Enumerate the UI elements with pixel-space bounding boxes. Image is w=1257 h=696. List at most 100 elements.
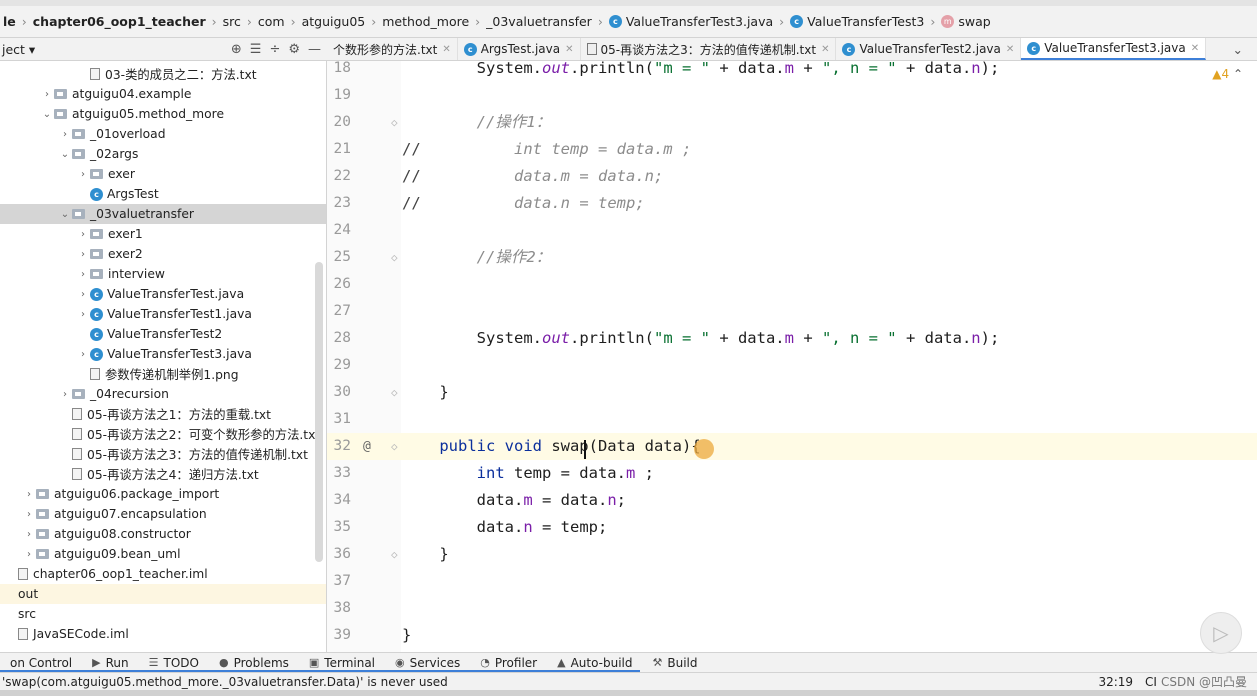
- line-number[interactable]: 28: [327, 325, 351, 352]
- tree-item[interactable]: c ValueTransferTest2: [0, 324, 326, 344]
- tab-varargs-txt[interactable]: 个数形参的方法.txt ✕: [327, 38, 458, 60]
- tool-todo[interactable]: ☰ TODO: [139, 656, 209, 670]
- tree-item[interactable]: ⌄ _03valuetransfer: [0, 204, 326, 224]
- chevron-right-icon[interactable]: ›: [76, 249, 90, 260]
- chevron-right-icon[interactable]: ›: [76, 169, 90, 180]
- code-line[interactable]: 21 // int temp = data.m ;: [327, 136, 1257, 163]
- code-line[interactable]: 35 data.n = temp;: [327, 514, 1257, 541]
- play-icon[interactable]: ▷: [1200, 612, 1242, 654]
- tree-item[interactable]: 03-类的成员之二：方法.txt: [0, 64, 326, 84]
- chevron-right-icon[interactable]: ›: [22, 549, 36, 560]
- tab-argstest[interactable]: c ArgsTest.java ✕: [458, 38, 581, 60]
- line-number[interactable]: 18: [327, 61, 351, 82]
- code-line[interactable]: 24: [327, 217, 1257, 244]
- tree-item[interactable]: › exer1: [0, 224, 326, 244]
- tree-item[interactable]: › atguigu07.encapsulation: [0, 504, 326, 524]
- tool-run[interactable]: ▶ Run: [82, 656, 138, 670]
- tool-auto-build[interactable]: ▲ Auto-build: [547, 656, 642, 670]
- tree-item[interactable]: 05-再谈方法之2：可变个数形参的方法.txt: [0, 424, 326, 444]
- tab-valuetransfer-txt[interactable]: 05-再谈方法之3：方法的值传递机制.txt ✕: [581, 38, 837, 60]
- code-line[interactable]: 38: [327, 595, 1257, 622]
- line-number[interactable]: 38: [327, 595, 351, 622]
- line-number[interactable]: 25: [327, 244, 351, 271]
- fold-icon[interactable]: ◇: [391, 541, 398, 568]
- tree-item[interactable]: › interview: [0, 264, 326, 284]
- tab-valuetransfertest2[interactable]: c ValueTransferTest2.java ✕: [836, 38, 1022, 60]
- line-number[interactable]: 35: [327, 514, 351, 541]
- code-line[interactable]: 32 @ ◇ public void swap(Data data){: [327, 433, 1257, 460]
- tool-terminal[interactable]: ▣ Terminal: [299, 656, 385, 670]
- close-icon[interactable]: ✕: [442, 44, 450, 55]
- fold-icon[interactable]: ◇: [391, 379, 398, 406]
- tree-item[interactable]: ⌄ atguigu05.method_more: [0, 104, 326, 124]
- tab-valuetransfertest3[interactable]: c ValueTransferTest3.java ✕: [1021, 38, 1207, 60]
- chevron-down-icon[interactable]: ⌄: [40, 109, 54, 120]
- line-number[interactable]: 31: [327, 406, 351, 433]
- tree-item[interactable]: › c ValueTransferTest3.java: [0, 344, 326, 364]
- code-line[interactable]: 31: [327, 406, 1257, 433]
- code-line[interactable]: 36 ◇ }: [327, 541, 1257, 568]
- chevron-down-icon[interactable]: ⌄: [1219, 38, 1257, 60]
- line-number[interactable]: 29: [327, 352, 351, 379]
- tree-item[interactable]: › exer2: [0, 244, 326, 264]
- line-number[interactable]: 24: [327, 217, 351, 244]
- line-number[interactable]: 21: [327, 136, 351, 163]
- chevron-right-icon[interactable]: ›: [58, 129, 72, 140]
- line-number[interactable]: 39: [327, 622, 351, 649]
- project-view-selector[interactable]: ject ▾: [0, 42, 35, 57]
- code-line[interactable]: 19: [327, 82, 1257, 109]
- tree-item[interactable]: 参数传递机制举例1.png: [0, 364, 326, 384]
- tool-build[interactable]: ⚒ Build: [642, 656, 707, 670]
- tree-item[interactable]: › exer: [0, 164, 326, 184]
- breadcrumb-item[interactable]: chapter06_oop1_teacher: [30, 14, 209, 29]
- chevron-right-icon[interactable]: ›: [76, 289, 90, 300]
- breadcrumb-item[interactable]: _03valuetransfer: [483, 14, 595, 29]
- code-editor[interactable]: ▲4 ⌃ 18 System.out.println("m = " + data…: [327, 61, 1257, 652]
- tree-item[interactable]: chapter06_oop1_teacher.iml: [0, 564, 326, 584]
- chevron-right-icon[interactable]: ›: [76, 309, 90, 320]
- code-line[interactable]: 25 ◇ //操作2：: [327, 244, 1257, 271]
- code-line[interactable]: 29: [327, 352, 1257, 379]
- tree-item[interactable]: › _04recursion: [0, 384, 326, 404]
- code-line[interactable]: 18 System.out.println("m = " + data.m + …: [327, 61, 1257, 82]
- breadcrumb-item[interactable]: src: [220, 14, 244, 29]
- cursor-position[interactable]: 32:19: [1098, 675, 1145, 689]
- tree-item[interactable]: › atguigu09.bean_uml: [0, 544, 326, 564]
- code-line[interactable]: 30 ◇ }: [327, 379, 1257, 406]
- chevron-down-icon[interactable]: ⌄: [58, 209, 72, 220]
- close-icon[interactable]: ✕: [821, 44, 829, 55]
- tool-problems[interactable]: ● Problems: [209, 656, 299, 670]
- tree-item[interactable]: JavaSECode.iml: [0, 624, 326, 644]
- line-number[interactable]: 22: [327, 163, 351, 190]
- hide-icon[interactable]: —: [308, 42, 321, 57]
- tree-item[interactable]: › atguigu06.package_import: [0, 484, 326, 504]
- tree-item[interactable]: ⌄ _02args: [0, 144, 326, 164]
- tree-item[interactable]: › atguigu08.constructor: [0, 524, 326, 544]
- breadcrumb-item[interactable]: m swap: [938, 14, 993, 29]
- close-icon[interactable]: ✕: [1006, 44, 1014, 55]
- line-number[interactable]: 36: [327, 541, 351, 568]
- tree-item[interactable]: › _01overload: [0, 124, 326, 144]
- chevron-down-icon[interactable]: ⌄: [58, 149, 72, 160]
- encoding-indicator[interactable]: CI: [1145, 675, 1161, 689]
- tree-item[interactable]: src: [0, 604, 326, 624]
- chevron-right-icon[interactable]: ›: [76, 269, 90, 280]
- breadcrumb-item[interactable]: atguigu05: [299, 14, 369, 29]
- line-number[interactable]: 20: [327, 109, 351, 136]
- line-number[interactable]: 33: [327, 460, 351, 487]
- breadcrumb-item[interactable]: le: [0, 14, 19, 29]
- fold-icon[interactable]: ◇: [391, 109, 398, 136]
- expand-all-icon[interactable]: ☰: [250, 42, 262, 57]
- close-icon[interactable]: ✕: [565, 44, 573, 55]
- tool-services[interactable]: ◉ Services: [385, 656, 470, 670]
- line-number[interactable]: 23: [327, 190, 351, 217]
- code-line[interactable]: 28 System.out.println("m = " + data.m + …: [327, 325, 1257, 352]
- chevron-right-icon[interactable]: ›: [22, 529, 36, 540]
- fold-icon[interactable]: ◇: [391, 433, 398, 460]
- tree-item[interactable]: › c ValueTransferTest1.java: [0, 304, 326, 324]
- line-number[interactable]: 30: [327, 379, 351, 406]
- locate-icon[interactable]: ⊕: [231, 42, 242, 57]
- collapse-all-icon[interactable]: ÷: [269, 42, 280, 57]
- chevron-right-icon[interactable]: ›: [76, 229, 90, 240]
- tree-item[interactable]: › atguigu04.example: [0, 84, 326, 104]
